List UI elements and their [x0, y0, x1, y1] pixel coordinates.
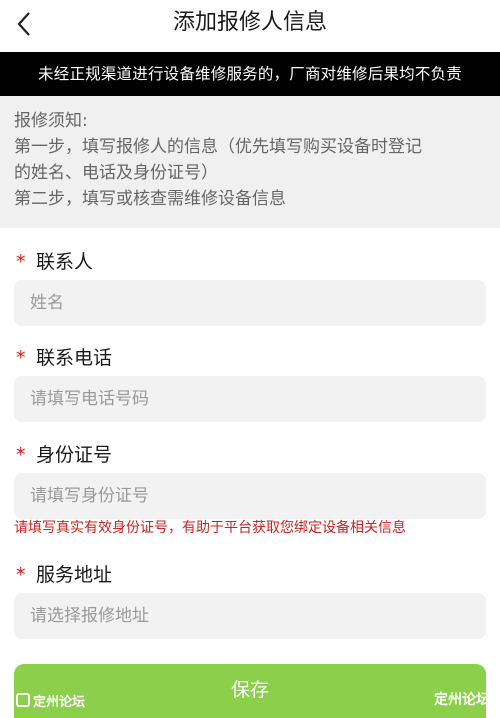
phone-input[interactable]	[14, 376, 486, 422]
repair-notice: 报修须知: 第一步，填写报修人的信息（优先填写购买设备时登记 的姓名、电话及身份…	[0, 96, 500, 228]
forum-logo-icon	[16, 693, 30, 707]
phone-label: * 联系电话	[16, 345, 112, 371]
required-mark: *	[16, 564, 26, 586]
notice-line: 报修须知:	[14, 111, 88, 131]
top-bar: 添加报修人信息	[0, 0, 500, 52]
notice-line: 第一步，填写报修人的信息（优先填写购买设备时登记	[14, 137, 422, 157]
watermark-left-text: 定州论坛	[33, 694, 86, 710]
address-select[interactable]	[14, 593, 486, 639]
address-label-text: 服务地址	[36, 564, 113, 586]
notice-line: 的姓名、电话及身份证号）	[14, 163, 218, 183]
phone-label-text: 联系电话	[36, 347, 113, 369]
required-mark: *	[16, 251, 26, 273]
contact-label: * 联系人	[16, 249, 93, 275]
contact-label-text: 联系人	[36, 251, 94, 273]
id-number-label-text: 身份证号	[36, 444, 113, 466]
warning-banner: 未经正规渠道进行设备维修服务的，厂商对维修后果均不负责	[0, 52, 500, 96]
page-title: 添加报修人信息	[172, 10, 327, 35]
notice-line: 第二步，填写或核查需维修设备信息	[14, 189, 286, 209]
required-mark: *	[16, 347, 26, 369]
contact-name-input[interactable]	[14, 280, 486, 326]
watermark-right-text: 定州论坛	[434, 692, 490, 708]
id-number-input[interactable]	[14, 473, 486, 519]
address-label: * 服务地址	[16, 562, 112, 588]
id-number-hint: 请填写真实有效身份证号，有助于平台获取您绑定设备相关信息	[14, 520, 406, 536]
id-number-label: * 身份证号	[16, 442, 112, 468]
required-mark: *	[16, 444, 26, 466]
watermark-logo: 定州论坛	[16, 689, 85, 711]
